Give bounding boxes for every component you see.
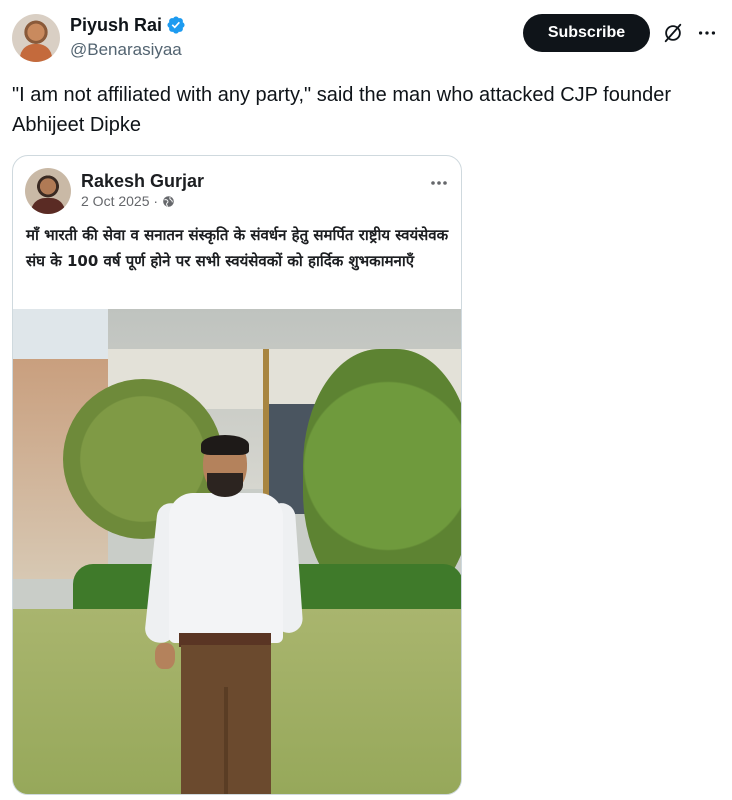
embedded-post-meta: 2 Oct 2025 ·	[81, 193, 175, 209]
embedded-post-photo	[13, 309, 461, 794]
verified-badge-icon	[167, 16, 185, 34]
author-name-row: Piyush Rai	[70, 14, 186, 36]
tweet-media-image[interactable]: Rakesh Gurjar 2 Oct 2025 · माँ भारती की …	[12, 155, 462, 795]
more-options-icon[interactable]	[696, 22, 718, 44]
embedded-post-more-icon	[431, 181, 447, 185]
globe-icon	[163, 195, 174, 207]
embedded-post-date: 2 Oct 2025 ·	[81, 193, 159, 209]
author-name[interactable]: Piyush Rai	[70, 15, 162, 36]
grok-icon[interactable]	[662, 22, 684, 44]
tweet-text: "I am not affiliated with any party," sa…	[12, 84, 672, 136]
embedded-post-avatar	[25, 168, 71, 214]
author-avatar[interactable]	[12, 14, 60, 62]
subscribe-button[interactable]: Subscribe	[523, 14, 650, 52]
photo-person	[143, 435, 304, 794]
tweet: Piyush Rai @Benarasiyaa Subscribe "I am …	[0, 0, 732, 800]
embedded-post-text: माँ भारती की सेवा व सनातन संस्कृति के सं…	[26, 226, 449, 270]
embedded-post-author: Rakesh Gurjar	[81, 171, 205, 191]
author-handle[interactable]: @Benarasiyaa	[70, 40, 186, 60]
author-block: Piyush Rai @Benarasiyaa	[70, 14, 186, 60]
